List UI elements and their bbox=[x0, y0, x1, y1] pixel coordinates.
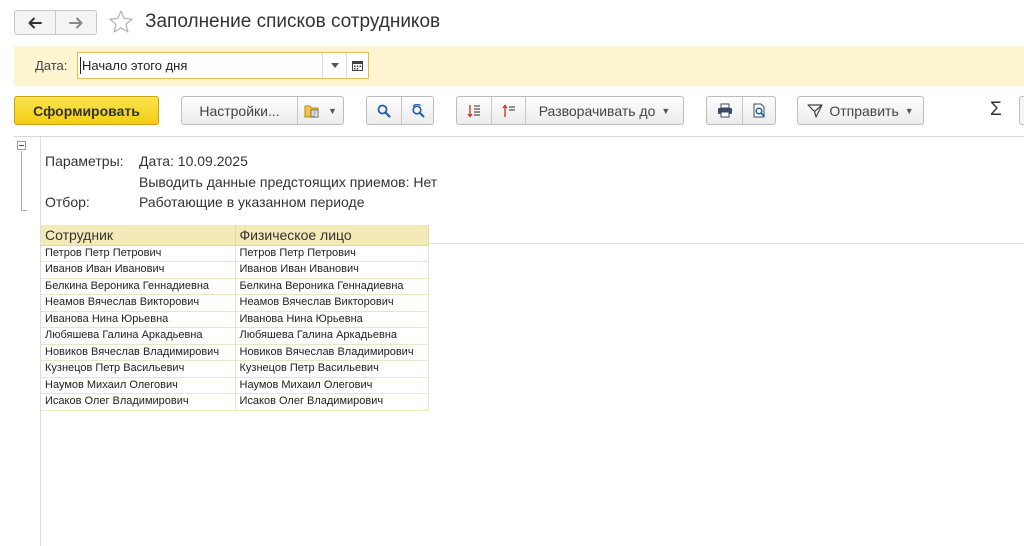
cell-person[interactable]: Иванова Нина Юрьевна bbox=[235, 311, 429, 328]
report-variants-icon bbox=[304, 105, 319, 117]
cell-employee[interactable]: Любяшева Галина Аркадьевна bbox=[41, 327, 236, 345]
cell-employee[interactable]: Наумов Михаил Олегович bbox=[41, 377, 236, 394]
cell-person[interactable]: Белкина Вероника Геннадиевна bbox=[235, 278, 429, 295]
group-bracket-end bbox=[21, 210, 27, 211]
group-bracket bbox=[21, 151, 22, 211]
param-upcoming: Выводить данные предстоящих приемов: Нет bbox=[139, 174, 438, 190]
chevron-down-icon: ▼ bbox=[904, 105, 914, 116]
chevron-down-icon bbox=[330, 63, 339, 68]
collapse-all-button[interactable] bbox=[457, 97, 491, 124]
cell-person[interactable]: Иванов Иван Иванович bbox=[235, 261, 429, 279]
expand-to-label: Разворачивать до bbox=[538, 102, 656, 119]
search-group bbox=[366, 96, 434, 125]
cell-employee[interactable]: Исаков Олег Владимирович bbox=[41, 393, 236, 411]
calendar-icon bbox=[352, 61, 363, 71]
search-next-icon bbox=[411, 103, 424, 117]
page-title: Заполнение списков сотрудников bbox=[145, 11, 441, 32]
expand-groups-icon bbox=[501, 103, 515, 117]
search-icon bbox=[377, 104, 391, 118]
preview-button[interactable] bbox=[742, 97, 775, 124]
cell-employee[interactable]: Неамов Вячеслав Викторович bbox=[41, 294, 236, 312]
command-bar: Сформировать Настройки... ▼ Разворачиват… bbox=[0, 96, 1024, 126]
cell-employee[interactable]: Кузнецов Петр Васильевич bbox=[41, 360, 236, 378]
sum-icon[interactable]: Σ bbox=[990, 99, 1002, 121]
more-button[interactable] bbox=[1019, 96, 1024, 125]
date-dropdown-button[interactable] bbox=[322, 53, 346, 78]
forward-button[interactable] bbox=[55, 11, 96, 34]
cell-person[interactable]: Новиков Вячеслав Владимирович bbox=[235, 344, 429, 361]
table-row[interactable]: Белкина Вероника Геннадиевна Белкина Веро… bbox=[41, 278, 429, 295]
collapse-group-icon[interactable] bbox=[17, 141, 26, 150]
print-button[interactable] bbox=[707, 97, 742, 124]
param-date: Дата: 10.09.2025 bbox=[139, 153, 248, 169]
text-cursor bbox=[80, 57, 81, 74]
expand-all-button[interactable] bbox=[491, 97, 525, 124]
expand-to-button[interactable]: Разворачивать до ▼ bbox=[525, 97, 683, 124]
table-row[interactable]: Петров Петр Петрович Петров Петр Петрович bbox=[41, 245, 429, 262]
table-row[interactable]: Наумов Михаил Олегович Наумов Михаил Олег… bbox=[41, 377, 429, 394]
table-row[interactable]: Новиков Вячеслав Владимирович Новиков Вяч… bbox=[41, 344, 429, 361]
cell-employee[interactable]: Петров Петр Петрович bbox=[41, 245, 236, 262]
table-row[interactable]: Любяшева Галина Аркадьевна Любяшева Галин… bbox=[41, 327, 429, 345]
filter-label: Отбор: bbox=[45, 194, 90, 210]
cell-employee[interactable]: Новиков Вячеслав Владимирович bbox=[41, 344, 236, 361]
chevron-down-icon: ▼ bbox=[661, 105, 671, 116]
print-group bbox=[706, 96, 776, 125]
title-bar: Заполнение списков сотрудников bbox=[0, 0, 1024, 46]
cell-employee[interactable]: Иванова Нина Юрьевна bbox=[41, 311, 236, 328]
print-preview-icon bbox=[753, 103, 765, 118]
table-row[interactable]: Иванова Нина Юрьевна Иванова Нина Юрьевна bbox=[41, 311, 429, 328]
date-label: Дата: bbox=[35, 58, 68, 73]
date-field[interactable] bbox=[77, 52, 369, 79]
cell-person[interactable]: Кузнецов Петр Васильевич bbox=[235, 360, 429, 378]
cell-person[interactable]: Наумов Михаил Олегович bbox=[235, 377, 429, 394]
table-row[interactable]: Неамов Вячеслав Викторович Неамов Вячесла… bbox=[41, 294, 429, 312]
cell-person[interactable]: Исаков Олег Владимирович bbox=[235, 393, 429, 411]
generate-button[interactable]: Сформировать bbox=[14, 96, 159, 125]
period-bar: Дата: bbox=[14, 46, 1024, 86]
find-next-button[interactable] bbox=[401, 97, 433, 124]
report-document: Параметры: Дата: 10.09.2025 Выводить дан… bbox=[0, 137, 1024, 546]
arrow-left-icon bbox=[28, 17, 42, 28]
chevron-down-icon: ▼ bbox=[328, 105, 337, 116]
back-button[interactable] bbox=[15, 11, 55, 34]
cell-person[interactable]: Любяшева Галина Аркадьевна bbox=[235, 327, 429, 345]
send-button[interactable]: Отправить ▼ bbox=[797, 96, 924, 125]
arrow-right-icon bbox=[69, 17, 83, 28]
table-header-row: Сотрудник Физическое лицо bbox=[41, 225, 429, 246]
find-button[interactable] bbox=[367, 97, 401, 124]
settings-group: Настройки... ▼ bbox=[181, 96, 344, 125]
cell-person[interactable]: Неамов Вячеслав Викторович bbox=[235, 294, 429, 312]
collapse-groups-icon bbox=[467, 104, 480, 118]
table-row[interactable]: Кузнецов Петр Васильевич Кузнецов Петр Ва… bbox=[41, 360, 429, 378]
column-header-employee[interactable]: Сотрудник bbox=[41, 225, 236, 246]
grouping-group: Разворачивать до ▼ bbox=[456, 96, 684, 125]
printer-icon bbox=[717, 103, 732, 118]
cell-employee[interactable]: Белкина Вероника Геннадиевна bbox=[41, 278, 236, 295]
settings-button[interactable]: Настройки... bbox=[182, 97, 297, 124]
table-row[interactable]: Исаков Олег Владимирович Исаков Олег Влад… bbox=[41, 393, 429, 411]
cell-employee[interactable]: Иванов Иван Иванович bbox=[41, 261, 236, 279]
variants-button[interactable]: ▼ bbox=[297, 97, 343, 124]
nav-buttons bbox=[14, 10, 97, 35]
params-label: Параметры: bbox=[45, 153, 124, 169]
date-input[interactable] bbox=[78, 53, 322, 78]
table-row[interactable]: Иванов Иван Иванович Иванов Иван Иванович bbox=[41, 261, 429, 279]
send-label: Отправить bbox=[829, 102, 899, 119]
cell-person[interactable]: Петров Петр Петрович bbox=[235, 245, 429, 262]
column-header-person[interactable]: Физическое лицо bbox=[235, 225, 429, 246]
star-icon[interactable] bbox=[108, 9, 134, 35]
employees-table: Сотрудник Физическое лицо Петров Петр Пе… bbox=[41, 225, 429, 411]
date-calendar-button[interactable] bbox=[346, 53, 368, 78]
send-icon bbox=[807, 103, 823, 118]
filter-value: Работающие в указанном периоде bbox=[139, 194, 365, 210]
